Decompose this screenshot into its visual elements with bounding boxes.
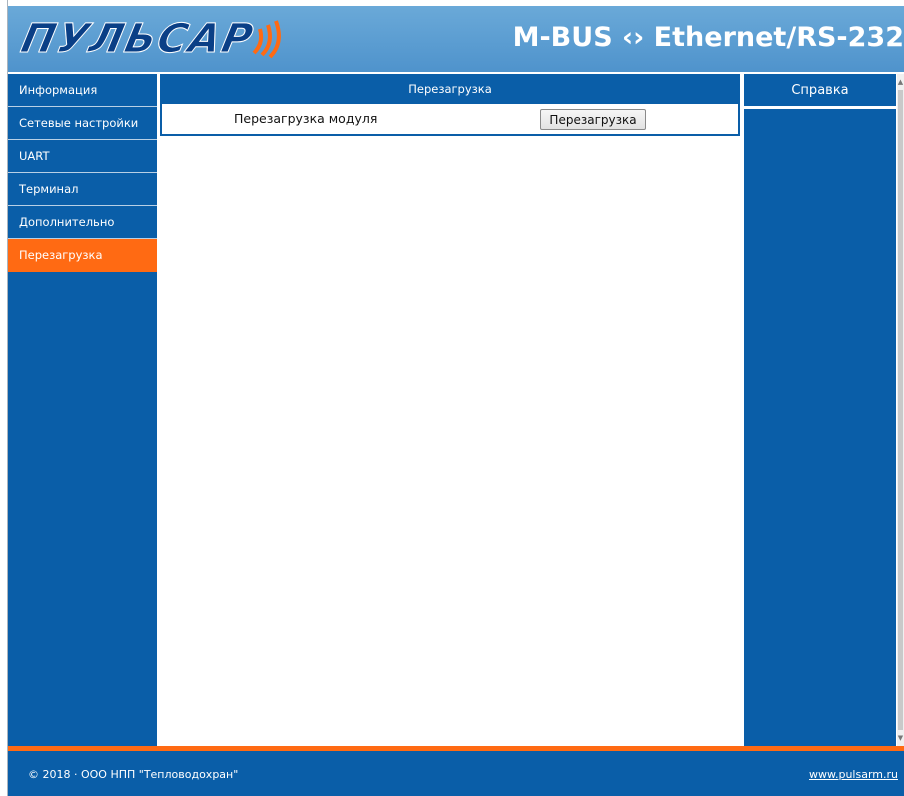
sidebar-item-reboot[interactable]: Перезагрузка (8, 239, 157, 272)
help-panel: Справка (744, 74, 896, 746)
device-title: M-BUS ‹› Ethernet/RS-232 (512, 22, 904, 53)
website-link[interactable]: www.pulsarm.ru (809, 768, 898, 781)
main-content: Перезагрузка Перезагрузка модуля Перезаг… (160, 74, 740, 746)
copyright-text: © 2018 · ООО НПП "Тепловодохран" (28, 768, 239, 781)
window-edge (0, 0, 8, 796)
scroll-down-arrow-icon[interactable]: ▼ (897, 734, 904, 742)
sidebar-item-network[interactable]: Сетевые настройки (8, 107, 157, 140)
browser-page: ПУЛЬСАР M-BUS ‹› Ethernet/RS-232 Информа… (0, 0, 904, 796)
reboot-row: Перезагрузка модуля Перезагрузка (162, 104, 738, 132)
sidebar-item-info[interactable]: Информация (8, 74, 157, 107)
panel-title: Перезагрузка (162, 74, 738, 104)
page-footer: © 2018 · ООО НПП "Тепловодохран" www.pul… (8, 751, 904, 796)
scroll-thumb[interactable] (898, 90, 903, 730)
page-header: ПУЛЬСАР M-BUS ‹› Ethernet/RS-232 (8, 6, 904, 72)
logo-text: ПУЛЬСАР (17, 16, 259, 63)
pulsar-logo: ПУЛЬСАР (17, 14, 284, 64)
reboot-module-label: Перезагрузка модуля (234, 111, 378, 126)
vertical-scrollbar[interactable]: ▲ ▼ (897, 74, 904, 746)
sidebar-item-terminal[interactable]: Терминал (8, 173, 157, 206)
sidebar-nav: Информация Сетевые настройки UART Термин… (8, 74, 157, 746)
help-title: Справка (744, 74, 896, 109)
sidebar-item-advanced[interactable]: Дополнительно (8, 206, 157, 239)
reboot-panel: Перезагрузка Перезагрузка модуля Перезаг… (160, 74, 740, 136)
reboot-button[interactable]: Перезагрузка (540, 109, 646, 130)
sidebar-item-uart[interactable]: UART (8, 140, 157, 173)
scroll-up-arrow-icon[interactable]: ▲ (897, 78, 904, 86)
